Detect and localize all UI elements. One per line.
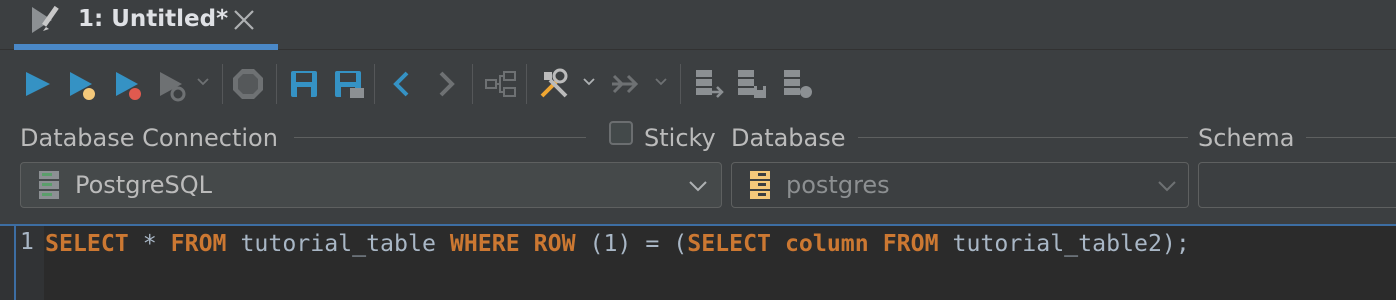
tools-icon[interactable] xyxy=(536,66,572,102)
section-divider xyxy=(858,137,1188,138)
toolbar-separator xyxy=(222,64,223,104)
active-tab-indicator xyxy=(14,44,278,50)
back-icon[interactable] xyxy=(384,66,420,102)
sql-keyword: SELECT xyxy=(45,230,129,257)
transaction-log-icon[interactable] xyxy=(780,66,816,102)
database-connection-label: Database Connection xyxy=(20,124,278,152)
sql-keyword: column xyxy=(784,230,869,257)
forward-icon[interactable] xyxy=(428,66,464,102)
section-divider xyxy=(1306,137,1396,138)
sql-keyword: FROM xyxy=(882,230,939,257)
chevron-down-icon[interactable] xyxy=(687,176,709,196)
chevron-down-icon[interactable] xyxy=(582,74,596,88)
sticky-checkbox[interactable] xyxy=(609,121,633,145)
database-value: postgres xyxy=(786,171,890,199)
save-as-icon[interactable] xyxy=(330,66,366,102)
editor-focus-border xyxy=(14,224,1396,226)
toolbar-separator xyxy=(276,64,277,104)
sticky-label[interactable]: Sticky xyxy=(644,124,716,152)
sql-text: (1) = ( xyxy=(575,230,688,257)
section-divider xyxy=(294,137,586,138)
commit-icon[interactable] xyxy=(690,66,726,102)
toolbar xyxy=(0,56,1396,114)
toolbar-separator xyxy=(472,64,473,104)
sql-text: tutorial_table xyxy=(226,230,450,257)
run-icon[interactable] xyxy=(20,66,56,102)
sql-text: tutorial_table2); xyxy=(938,230,1190,257)
run-with-params-icon[interactable] xyxy=(64,66,100,102)
close-icon[interactable] xyxy=(230,6,258,34)
chevron-down-icon[interactable] xyxy=(196,74,210,88)
explain-plan-icon[interactable] xyxy=(482,66,518,102)
database-connection-select[interactable]: PostgreSQL xyxy=(20,162,722,208)
editor-focus-border xyxy=(14,224,16,300)
sql-keyword: FROM xyxy=(170,230,227,257)
toolbar-separator xyxy=(680,64,681,104)
connection-value: PostgreSQL xyxy=(75,171,213,199)
sql-file-icon xyxy=(28,3,68,35)
transaction-mode-icon[interactable] xyxy=(608,66,644,102)
chevron-down-icon[interactable] xyxy=(654,74,668,88)
toolbar-separator xyxy=(374,64,375,104)
code-line[interactable]: SELECT * FROM tutorial_table WHERE ROW (… xyxy=(45,229,1190,259)
tab-bar: 1: Untitled* xyxy=(0,0,1396,50)
sql-text: * xyxy=(128,230,171,257)
run-more-icon[interactable] xyxy=(154,66,190,102)
toolbar-separator xyxy=(526,64,527,104)
sql-keyword: ROW xyxy=(533,230,576,257)
stop-icon[interactable] xyxy=(230,66,266,102)
rollback-icon[interactable] xyxy=(734,66,770,102)
schema-label: Schema xyxy=(1198,124,1295,152)
schema-select[interactable] xyxy=(1198,162,1396,208)
save-icon[interactable] xyxy=(286,66,322,102)
sql-keyword: WHERE xyxy=(449,230,520,257)
database-select[interactable]: postgres xyxy=(731,162,1189,208)
run-profile-icon[interactable] xyxy=(110,66,146,102)
postgresql-server-icon xyxy=(37,170,61,200)
sql-editor[interactable]: 1 SELECT * FROM tutorial_table WHERE ROW… xyxy=(0,224,1396,300)
chevron-down-icon[interactable] xyxy=(1156,176,1178,196)
line-number: 1 xyxy=(20,229,34,255)
database-label: Database xyxy=(731,124,846,152)
sql-keyword: SELECT xyxy=(687,230,771,257)
database-icon xyxy=(748,170,772,200)
tab-title: 1: Untitled* xyxy=(78,6,229,32)
